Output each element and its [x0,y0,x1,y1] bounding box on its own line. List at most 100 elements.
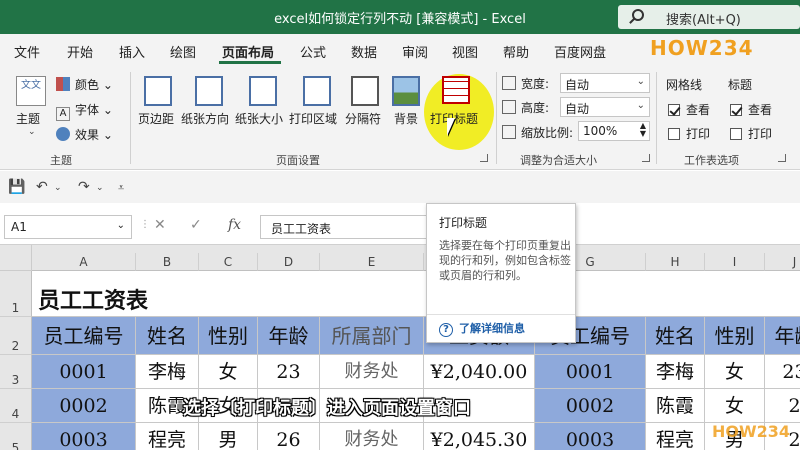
size-button[interactable]: 纸张大小 [235,72,289,148]
background-button[interactable]: 背景 [390,72,424,148]
column-header-c[interactable]: C [199,253,258,271]
table-cell[interactable]: 0002 [32,389,136,423]
headings-print-checkbox[interactable]: 打印 [730,125,772,142]
tab-data[interactable]: 数据 [351,42,377,61]
tooltip-help-link[interactable]: ? 了解详细信息 [439,320,525,337]
customize-toolbar-icon[interactable]: ⩡ [118,181,124,195]
tab-view[interactable]: 视图 [452,42,478,61]
tab-insert[interactable]: 插入 [119,42,145,61]
sheet-options-launcher-icon[interactable] [778,154,786,162]
table-cell[interactable]: 财务处 [320,355,424,389]
group-separator [656,72,657,164]
tab-page-layout[interactable]: 页面布局 [222,42,274,61]
title-bar: excel如何锁定行列不动 [兼容模式] - Excel 搜索(Alt+Q) [0,0,800,34]
table-cell[interactable]: 李梅 [136,355,199,389]
undo-icon[interactable]: ↶ [36,179,48,195]
scale-launcher-icon[interactable] [642,154,650,162]
headings-heading: 标题 [728,78,753,92]
header-cell[interactable]: 性别 [199,317,258,355]
name-box[interactable]: A1 ⌄ [4,215,132,239]
themes-button[interactable]: 文文 主题 ⌄ [10,72,50,148]
header-cell[interactable]: 姓名 [646,317,705,355]
table-cell[interactable]: 0003 [32,423,136,450]
column-header-e[interactable]: E [320,253,424,271]
height-select[interactable]: 自动 ⌄ [560,97,650,117]
row-header-4[interactable]: 4 [0,389,32,423]
table-cell[interactable]: 0001 [32,355,136,389]
row-header-3[interactable]: 3 [0,355,32,389]
table-cell[interactable]: 程亮 [646,423,705,450]
tab-baidu-pan[interactable]: 百度网盘 [554,42,606,61]
table-cell[interactable]: 李梅 [646,355,705,389]
column-header-j[interactable]: J [765,253,800,271]
header-cell[interactable]: 年龄 [765,317,800,355]
table-cell[interactable]: 财务处 [320,423,424,450]
row-header-2[interactable]: 2 [0,317,32,355]
width-select[interactable]: 自动 ⌄ [560,73,650,93]
width-value: 自动 [565,78,590,92]
header-cell[interactable]: 姓名 [136,317,199,355]
orientation-icon [195,76,223,106]
themes-label: 主题 [16,112,41,126]
chevron-down-icon[interactable]: ⌄ [96,183,104,193]
table-cell[interactable]: 女 [705,389,765,423]
drag-handle-icon[interactable]: ⋮ [140,219,150,230]
table-cell[interactable]: 0001 [535,355,646,389]
fonts-button[interactable]: A 字体 ⌄ [56,101,113,121]
column-header-h[interactable]: H [646,253,705,271]
table-cell[interactable]: ¥2,045.30 [424,423,535,450]
table-cell[interactable]: 0003 [535,423,646,450]
column-header-i[interactable]: I [705,253,765,271]
search-box[interactable]: 搜索(Alt+Q) [618,5,800,29]
header-cell[interactable]: 年龄 [258,317,320,355]
gridlines-view-checkbox[interactable]: 查看 [668,101,710,118]
chevron-down-icon[interactable]: ⌄ [54,183,62,193]
table-cell[interactable]: 女 [705,355,765,389]
sheet-title-cell[interactable]: 员工工资表 [32,271,800,317]
effects-button[interactable]: 效果 ⌄ [56,126,113,143]
table-cell[interactable]: 女 [199,355,258,389]
row-header-1[interactable]: 1 [0,271,32,317]
table-cell[interactable]: 陈霞 [646,389,705,423]
column-header-a[interactable]: A [32,253,136,271]
table-cell[interactable]: 23 [258,355,320,389]
column-header-b[interactable]: B [136,253,199,271]
table-cell[interactable]: 男 [199,423,258,450]
enter-icon[interactable]: ✓ [190,217,202,233]
table-cell[interactable]: 26 [258,423,320,450]
gridlines-print-checkbox[interactable]: 打印 [668,125,710,142]
header-cell[interactable]: 所属部门 [320,317,424,355]
orientation-button[interactable]: 纸张方向 [181,72,235,148]
cancel-icon[interactable]: ✕ [154,217,166,233]
tab-formulas[interactable]: 公式 [300,42,326,61]
margins-button[interactable]: 页边距 [136,72,180,148]
scale-spinner[interactable]: 100% ▲ ▼ [578,121,650,141]
row-header-5[interactable]: 5 [0,423,32,450]
headings-view-checkbox[interactable]: 查看 [730,101,772,118]
tab-review[interactable]: 审阅 [402,42,428,61]
table-cell[interactable]: ¥2,040.00 [424,355,535,389]
table-cell[interactable]: 0002 [535,389,646,423]
insert-function-icon[interactable]: fx [228,217,241,233]
tab-home[interactable]: 开始 [67,42,93,61]
tab-help[interactable]: 帮助 [503,42,529,61]
table-cell[interactable]: 23 [765,355,800,389]
header-cell[interactable]: 员工编号 [32,317,136,355]
formula-input[interactable]: 员工工资表 [260,215,430,239]
scale-value: 100% [583,124,618,138]
table-cell[interactable]: 2 [765,389,800,423]
tab-file[interactable]: 文件 [14,42,40,61]
table-cell[interactable]: 程亮 [136,423,199,450]
help-icon: ? [439,323,453,337]
column-header-d[interactable]: D [258,253,320,271]
tab-draw[interactable]: 绘图 [170,42,196,61]
page-setup-launcher-icon[interactable] [480,154,488,162]
print-titles-button[interactable]: 打印标题 [428,72,484,148]
header-cell[interactable]: 性别 [705,317,765,355]
print-area-button[interactable]: 打印区域 [289,72,343,148]
redo-icon[interactable]: ↷ [78,179,90,195]
colors-button[interactable]: 颜色 ⌄ [56,76,113,93]
breaks-button[interactable]: 分隔符 [343,72,387,148]
select-all-corner[interactable] [0,245,32,271]
save-icon[interactable]: 💾 [8,179,25,195]
